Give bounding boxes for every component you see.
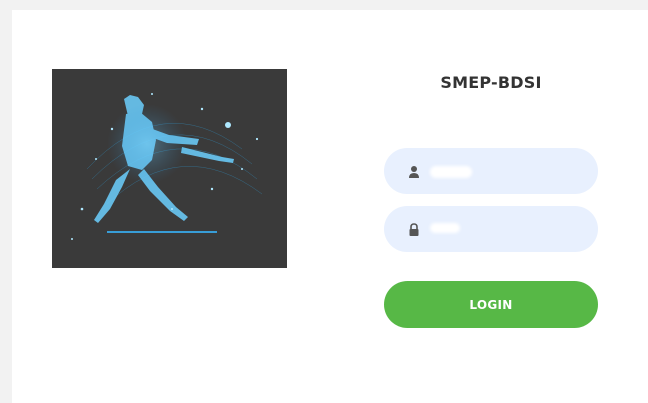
password-field[interactable] bbox=[384, 206, 598, 252]
redacted-password bbox=[430, 223, 460, 233]
app-title: SMEP-BDSI bbox=[440, 73, 542, 92]
lock-icon bbox=[408, 222, 420, 236]
username-field[interactable] bbox=[384, 148, 598, 194]
batter-illustration bbox=[52, 69, 287, 268]
login-button[interactable]: LOGIN bbox=[384, 281, 598, 328]
redacted-username bbox=[430, 166, 472, 178]
baseball-batter-image bbox=[52, 69, 287, 268]
user-icon bbox=[408, 164, 420, 178]
